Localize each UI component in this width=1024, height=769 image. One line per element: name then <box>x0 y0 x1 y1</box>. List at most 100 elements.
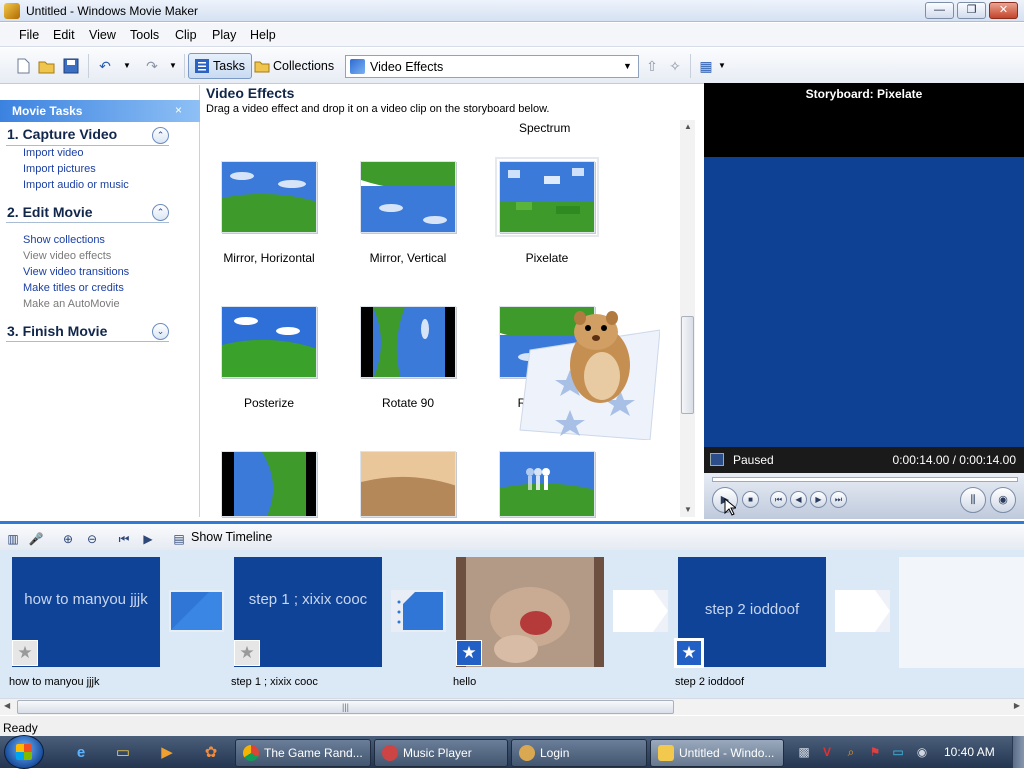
show-desktop-button[interactable] <box>1012 736 1024 768</box>
expand-section-icon[interactable]: ⌄ <box>152 323 169 340</box>
menu-edit[interactable]: Edit <box>53 28 75 42</box>
rewind-storyboard-icon[interactable]: ⏮ <box>116 531 132 547</box>
collection-dropdown[interactable]: Video Effects ▼ <box>345 55 639 78</box>
zoom-out-icon[interactable]: ⊖ <box>84 531 100 547</box>
task-link-import-audio[interactable]: Import audio or music <box>23 179 129 191</box>
undo-icon[interactable]: ↶ <box>96 57 114 75</box>
paint-icon[interactable]: ✿ <box>198 741 224 765</box>
maximize-button[interactable]: ❐ <box>957 2 986 19</box>
task-link-make-titles[interactable]: Make titles or credits <box>23 282 124 294</box>
movie-tasks-header: Movie Tasks × <box>0 100 200 122</box>
effect-thumb-rotate-90[interactable] <box>360 306 456 378</box>
empty-clip-slot[interactable] <box>899 557 1024 668</box>
storyboard-scroll-thumb[interactable]: ||| <box>17 700 674 714</box>
scroll-left-icon[interactable]: ◀ <box>4 701 10 710</box>
effects-scroll-thumb[interactable] <box>681 316 694 414</box>
taskbar-button-chrome[interactable]: The Game Rand... <box>235 739 371 767</box>
video-effect-star-icon[interactable]: ★ <box>234 640 260 666</box>
close-tasks-pane-icon[interactable]: × <box>175 103 182 117</box>
menu-file[interactable]: File <box>19 28 39 42</box>
split-clip-icon[interactable]: ⫼ <box>960 487 986 513</box>
transition-slot[interactable] <box>169 590 224 632</box>
tray-app-icon[interactable]: ▩ <box>796 744 812 760</box>
tasks-button[interactable]: Tasks <box>188 53 252 79</box>
taskbar-button-movie-maker[interactable]: Untitled - Windo... <box>650 739 784 767</box>
minimize-button[interactable]: — <box>925 2 954 19</box>
task-link-import-video[interactable]: Import video <box>23 147 84 159</box>
close-button[interactable]: ✕ <box>989 2 1018 19</box>
effect-thumb-mirror-vertical[interactable] <box>360 161 456 233</box>
tasks-label: Tasks <box>213 59 245 73</box>
up-one-level-icon[interactable]: ⇧ <box>643 57 661 75</box>
scroll-right-icon[interactable]: ▶ <box>1014 701 1020 710</box>
play-storyboard-icon[interactable]: ▶ <box>140 531 156 547</box>
monitor-letterbox <box>704 105 1024 157</box>
full-screen-icon[interactable] <box>710 453 724 466</box>
effect-thumb-posterize[interactable] <box>221 306 317 378</box>
section-finish-movie[interactable]: 3. Finish Movie <box>7 323 107 339</box>
start-button[interactable] <box>4 735 44 769</box>
rewind-button[interactable]: ◀ <box>790 491 807 508</box>
clip-label: how to manyou jjjk <box>9 676 100 688</box>
take-picture-camera-icon[interactable]: ◉ <box>990 487 1016 513</box>
narrate-microphone-icon[interactable]: 🎤 <box>28 531 44 547</box>
effect-thumb-mirror-horizontal[interactable] <box>221 161 317 233</box>
previous-frame-button[interactable]: ⏮ <box>770 491 787 508</box>
new-collection-folder-icon[interactable]: ✧ <box>666 57 684 75</box>
section-edit-movie[interactable]: 2. Edit Movie <box>7 204 93 220</box>
chevron-down-icon[interactable]: ▼ <box>619 58 636 75</box>
antivirus-icon[interactable]: V <box>819 744 835 760</box>
action-center-flag-icon[interactable]: ⚑ <box>867 744 883 760</box>
network-icon[interactable]: ▭ <box>890 744 906 760</box>
video-effect-star-icon[interactable]: ★ <box>456 640 482 666</box>
show-timeline-icon[interactable]: ▤ <box>171 531 187 547</box>
forward-button[interactable]: ▶ <box>810 491 827 508</box>
open-project-icon[interactable] <box>38 57 56 75</box>
menu-play[interactable]: Play <box>212 28 236 42</box>
effect-thumb-pixelate[interactable] <box>495 157 599 237</box>
zoom-in-icon[interactable]: ⊕ <box>60 531 76 547</box>
volume-icon[interactable]: ◉ <box>914 744 930 760</box>
menu-clip[interactable]: Clip <box>175 28 197 42</box>
show-timeline-button[interactable]: Show Timeline <box>191 530 272 544</box>
menu-help[interactable]: Help <box>250 28 276 42</box>
scroll-down-icon[interactable]: ▼ <box>684 505 692 514</box>
file-explorer-icon[interactable]: ▭ <box>110 741 136 765</box>
taskbar-button-label: Untitled - Windo... <box>679 746 775 760</box>
transition-slot[interactable] <box>835 590 890 632</box>
new-project-icon[interactable] <box>14 57 32 75</box>
set-audio-levels-icon[interactable]: ▥ <box>5 531 21 547</box>
media-player-icon[interactable]: ▶ <box>154 741 180 765</box>
redo-dropdown-chevron-icon[interactable]: ▼ <box>164 57 182 75</box>
storyboard-toolbar: ▥ 🎤 ⊕ ⊖ ⏮ ▶ ▤ Show Timeline <box>0 521 1024 550</box>
undo-dropdown-chevron-icon[interactable]: ▼ <box>118 57 136 75</box>
section-capture-video[interactable]: 1. Capture Video <box>7 126 117 142</box>
taskbar-clock[interactable]: 10:40 AM <box>944 745 995 759</box>
taskbar-button-login[interactable]: Login <box>511 739 647 767</box>
search-icon[interactable]: ⌕ <box>843 744 859 760</box>
video-effect-star-icon[interactable]: ★ <box>12 640 38 666</box>
next-frame-button[interactable]: ⏭ <box>830 491 847 508</box>
redo-icon[interactable]: ↷ <box>143 57 161 75</box>
seek-bar[interactable] <box>712 477 1018 482</box>
effect-thumb[interactable] <box>360 451 456 517</box>
video-effect-star-icon[interactable]: ★ <box>674 638 704 668</box>
menu-view[interactable]: View <box>89 28 116 42</box>
transition-slot[interactable] <box>391 590 446 632</box>
task-link-view-video-transitions[interactable]: View video transitions <box>23 266 129 278</box>
stop-button[interactable]: ■ <box>742 491 759 508</box>
internet-explorer-icon[interactable]: e <box>68 741 94 765</box>
transition-slot[interactable] <box>613 590 668 632</box>
scroll-up-icon[interactable]: ▲ <box>684 122 692 131</box>
taskbar-button-music-player[interactable]: Music Player <box>374 739 508 767</box>
effect-thumb[interactable] <box>221 451 317 517</box>
collapse-section-icon[interactable]: ⌃ <box>152 204 169 221</box>
effect-thumb[interactable] <box>499 451 595 517</box>
save-project-icon[interactable] <box>62 57 80 75</box>
task-link-show-collections[interactable]: Show collections <box>23 234 105 246</box>
collapse-section-icon[interactable]: ⌃ <box>152 127 169 144</box>
collections-button[interactable]: Collections <box>248 53 341 79</box>
menu-tools[interactable]: Tools <box>130 28 159 42</box>
task-link-import-pictures[interactable]: Import pictures <box>23 163 96 175</box>
views-dropdown-chevron-icon[interactable]: ▼ <box>713 57 731 75</box>
